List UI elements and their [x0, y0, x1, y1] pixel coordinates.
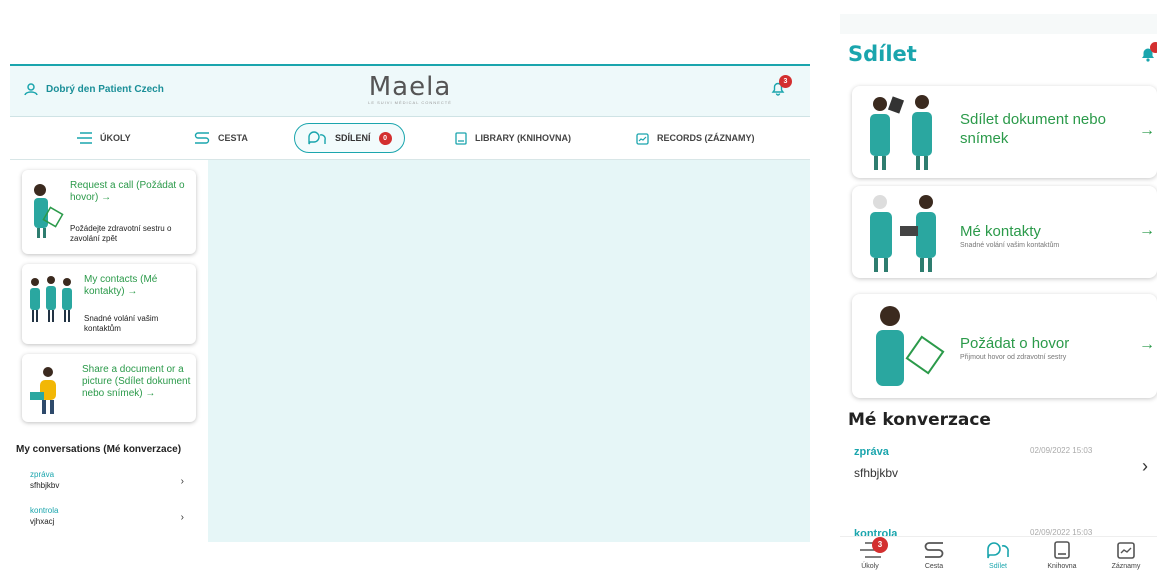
tab-records[interactable]: RECORDS (ZÁZNAMY) [636, 123, 755, 153]
nav-knihovna[interactable]: Knihovna [1032, 541, 1092, 570]
conversation-row[interactable]: zpráva sfhbjkbv 02/09/2022 15:03 › [848, 446, 1148, 496]
notification-bell[interactable] [1141, 42, 1157, 62]
card-title: Sdílet dokument nebo snímek [960, 111, 1106, 147]
book-icon [1054, 541, 1070, 559]
user-icon [24, 82, 38, 96]
nav-zaznamy[interactable]: Záznamy [1096, 541, 1156, 570]
desktop-app: Dobrý den Patient Czech Maela LE SUIVI M… [10, 64, 810, 542]
card-title: Mé kontakty [960, 223, 1041, 240]
nurse-illustration-icon [876, 306, 945, 386]
doctors-illustration-icon [870, 95, 932, 170]
share-icon [987, 542, 1009, 559]
tab-ukoly[interactable]: ÚKOLY [76, 123, 131, 153]
path-icon [194, 132, 210, 144]
list-icon [77, 132, 92, 144]
records-icon [1117, 542, 1135, 559]
arrow-right-icon: → [1139, 122, 1155, 139]
chevron-right-icon: › [1142, 456, 1148, 476]
tab-sdileni[interactable]: SDÍLENÍ 0 [294, 123, 405, 153]
path-icon [924, 542, 944, 558]
share-illustration-icon [30, 367, 56, 414]
mobile-app: Sdílet Sdílet dokument nebo snímek → Mé k… [840, 14, 1157, 586]
share-badge: 0 [378, 131, 392, 145]
desktop-tabs: ÚKOLY CESTA SDÍLENÍ 0 LIBRARY (KNIHOVNA)… [10, 117, 810, 160]
card-desc: Požádejte zdravotní sestru o zavolání zp… [70, 224, 172, 243]
card-title: Request a call (Požádat o hovor) → [70, 180, 185, 203]
tasks-badge: 3 [872, 537, 888, 553]
book-icon [455, 131, 467, 145]
tab-cesta[interactable]: CESTA [194, 123, 248, 153]
share-icon [308, 131, 326, 145]
arrow-right-icon: → [1139, 222, 1155, 239]
conversation-date: 02/09/2022 15:03 [1030, 528, 1093, 536]
card-desc: Snadné volání vašim kontaktům [84, 314, 159, 333]
conversation-row[interactable]: kontrola vjhxacj › [30, 506, 190, 530]
conversations-title: Mé konverzace [848, 410, 991, 430]
notification-badge: 3 [779, 75, 792, 88]
chevron-right-icon: › [180, 476, 184, 487]
arrow-right-icon: → [1139, 336, 1155, 353]
card-desc: Přijmout hovor od zdravotní sestry [960, 354, 1067, 361]
card-request-call[interactable]: Požádat o hovor Přijmout hovor od zdravo… [852, 294, 1157, 398]
contacts-illustration-icon [30, 276, 72, 322]
card-title: Share a document or a picture (Sdílet do… [82, 364, 191, 399]
conversation-row[interactable]: zpráva sfhbjkbv › [30, 470, 190, 494]
page-title: Sdílet [848, 42, 917, 66]
greeting-text: Dobrý den Patient Czech [46, 83, 164, 95]
nurse-illustration-icon [34, 184, 64, 238]
contacts-illustration-icon [870, 195, 936, 272]
maela-logo: Maela LE SUIVI MÉDICAL CONNECTÉ [368, 72, 452, 105]
card-request-call[interactable]: Request a call (Požádat o hovor) → Požád… [22, 170, 196, 254]
notification-badge [1150, 42, 1157, 53]
nav-sdilet[interactable]: Sdílet [968, 541, 1028, 570]
user-greeting[interactable]: Dobrý den Patient Czech [24, 82, 164, 96]
desktop-sidebar: Request a call (Požádat o hovor) → Požád… [10, 160, 208, 542]
status-bar [840, 14, 1157, 34]
chevron-right-icon: › [180, 512, 184, 523]
nav-cesta[interactable]: Cesta [904, 541, 964, 570]
card-title: Požádat o hovor [960, 335, 1070, 352]
nav-ukoly[interactable]: 3 Úkoly [840, 537, 900, 570]
card-share-document[interactable]: Sdílet dokument nebo snímek → [852, 86, 1157, 178]
notification-bell[interactable]: 3 [770, 75, 792, 96]
card-share-document[interactable]: Share a document or a picture (Sdílet do… [22, 354, 196, 422]
card-title: My contacts (Mé kontakty) → [84, 274, 158, 297]
card-my-contacts[interactable]: My contacts (Mé kontakty) → Snadné volán… [22, 264, 196, 344]
records-icon [636, 132, 649, 145]
desktop-header: Dobrý den Patient Czech Maela LE SUIVI M… [10, 64, 810, 117]
bottom-nav: 3 Úkoly Cesta Sdílet Knihovna Záznamy [840, 536, 1157, 586]
card-my-contacts[interactable]: Mé kontakty Snadné volání vašim kontaktů… [852, 186, 1157, 278]
tab-library[interactable]: LIBRARY (KNIHOVNA) [455, 123, 571, 153]
card-desc: Snadné volání vašim kontaktům [960, 242, 1060, 249]
conversation-row[interactable]: kontrola 02/09/2022 15:03 [848, 524, 1148, 536]
conversations-title: My conversations (Mé konverzace) [16, 444, 182, 455]
conversation-date: 02/09/2022 15:03 [1030, 446, 1093, 455]
